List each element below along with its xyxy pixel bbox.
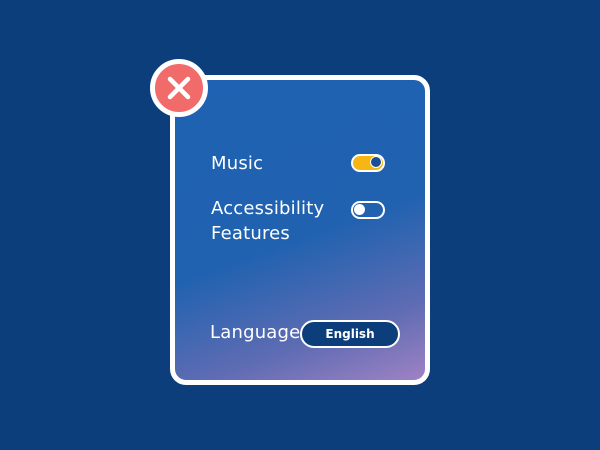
music-toggle[interactable] — [351, 154, 385, 172]
accessibility-toggle[interactable] — [351, 201, 385, 219]
music-toggle-knob — [369, 156, 382, 168]
language-select-button[interactable]: English — [300, 320, 400, 348]
music-label: Music — [211, 153, 264, 174]
accessibility-label-line1: Accessibility — [211, 198, 325, 219]
close-button[interactable] — [150, 59, 208, 117]
language-label: Language — [210, 322, 301, 343]
accessibility-toggle-knob — [354, 204, 365, 215]
accessibility-label-line2: Features — [211, 223, 290, 244]
settings-screen: Music Accessibility Features Language En… — [0, 0, 600, 450]
close-icon — [167, 76, 191, 100]
